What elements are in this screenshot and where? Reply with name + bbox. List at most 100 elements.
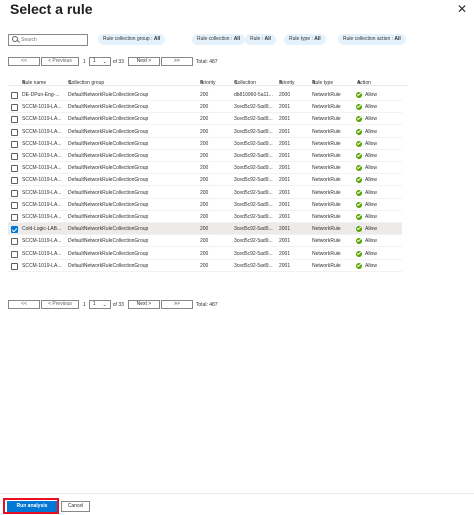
previous-page-button[interactable]: < Previous xyxy=(41,300,79,309)
first-page-button[interactable]: << xyxy=(8,300,40,309)
filter-rule-type[interactable]: Rule type : All xyxy=(284,34,326,45)
cell-name: SCCM-1019-LA... xyxy=(22,128,62,135)
table-row[interactable]: SCCM-1019-LA... DefaultNetworkRuleCollect… xyxy=(8,235,402,248)
table-row[interactable]: SCCM-1019-LA... DefaultNetworkRuleCollect… xyxy=(8,101,402,114)
cell-action: Allow xyxy=(365,165,377,172)
table-row[interactable]: SCCM-1019-LA... DefaultNetworkRuleCollect… xyxy=(8,199,402,211)
table-row[interactable]: SCCM-1019-LA... DefaultNetworkRuleCollect… xyxy=(8,138,402,150)
cell-collection: 3ced5c92-5ad9... xyxy=(234,238,273,245)
table-row[interactable]: SCCM-1019-LA... DefaultNetworkRuleCollect… xyxy=(8,260,402,272)
row-checkbox[interactable] xyxy=(11,226,18,234)
checkmark-circle-icon xyxy=(356,165,362,172)
search-icon xyxy=(11,35,21,45)
cell-type: NetworkRule xyxy=(312,128,341,135)
pager-bottom: << < Previous 1 1 ⌄ of 33 Next > >> Total… xyxy=(8,300,218,309)
cell-group: DefaultNetworkRuleCollectionGroup xyxy=(68,262,149,269)
cell-type: NetworkRule xyxy=(312,153,341,159)
cell-action: Allow xyxy=(365,153,377,159)
cell-collection: 3ced5c92-5ad9... xyxy=(234,140,273,147)
filter-label: Rule : xyxy=(250,36,265,42)
cell-priority2: 2001 xyxy=(279,189,291,196)
row-checkbox[interactable] xyxy=(11,189,18,197)
cell-priority: 200 xyxy=(200,92,209,98)
cell-collection: 3ced5c92-5ad9... xyxy=(234,128,273,135)
col-label: Collection group xyxy=(68,80,105,86)
run-analysis-button[interactable]: Run analysis xyxy=(7,501,57,512)
checkmark-circle-icon xyxy=(356,128,362,135)
chevron-down-icon: ⌄ xyxy=(102,59,107,65)
cell-type: NetworkRule xyxy=(312,177,341,184)
table-row[interactable]: Cold-Logic-LAB... DefaultNetworkRuleColle… xyxy=(8,223,402,236)
close-icon[interactable]: ✕ xyxy=(457,3,469,15)
table-row[interactable]: SCCM-1019-LA... DefaultNetworkRuleCollect… xyxy=(8,187,402,199)
cell-type: NetworkRule xyxy=(312,140,341,147)
cell-priority2: 2001 xyxy=(279,226,291,233)
cell-group: DefaultNetworkRuleCollectionGroup xyxy=(68,214,149,220)
cell-type: NetworkRule xyxy=(312,189,341,196)
row-checkbox[interactable] xyxy=(11,153,18,160)
table-header: Rule name ⇅ Collection group ⇅ Priority … xyxy=(8,74,408,86)
table-row[interactable]: SCCM-1019-LA... DefaultNetworkRuleCollect… xyxy=(8,126,402,138)
next-page-button[interactable]: Next > xyxy=(127,57,160,66)
pager-top: << < Previous 1 1 ⌄ of 33 Next > >> Total… xyxy=(8,57,218,66)
row-checkbox[interactable] xyxy=(11,116,18,124)
row-checkbox[interactable] xyxy=(11,177,18,185)
page-count-label: of 33 xyxy=(112,58,124,65)
cell-collection: 3ced5c92-5ad9... xyxy=(234,201,273,208)
page-count-label: of 33 xyxy=(112,301,124,308)
filter-label: Rule collection action : xyxy=(343,36,395,42)
row-checkbox[interactable] xyxy=(11,140,18,148)
cell-name: SCCM-1019-LA... xyxy=(22,153,62,159)
row-checkbox[interactable] xyxy=(11,262,18,270)
cell-group: DefaultNetworkRuleCollectionGroup xyxy=(68,104,149,111)
last-page-button[interactable]: >> xyxy=(160,57,193,66)
cell-action: Allow xyxy=(365,201,377,208)
row-checkbox[interactable] xyxy=(11,201,18,209)
row-checkbox[interactable] xyxy=(11,165,18,173)
row-checkbox[interactable] xyxy=(11,104,18,112)
cell-name: Cold-Logic-LAB... xyxy=(22,226,62,233)
page-select[interactable]: 1 ⌄ xyxy=(88,57,111,66)
cell-name: SCCM-1019-LA... xyxy=(22,201,62,208)
filter-rule-collection-action[interactable]: Rule collection action : All xyxy=(338,34,406,45)
table-row[interactable]: SCCM-1019-LA... DefaultNetworkRuleCollect… xyxy=(8,162,402,175)
cell-action: Allow xyxy=(365,116,377,123)
cell-priority2: 2001 xyxy=(279,214,291,220)
cell-name: SCCM-1019-LA... xyxy=(22,189,62,196)
cell-collection: 3ced5c92-5ad9... xyxy=(234,116,273,123)
cell-name: SCCM-1019-LA... xyxy=(22,140,62,147)
filter-rule-collection[interactable]: Rule collection : All xyxy=(192,34,246,45)
cancel-button[interactable]: Cancel xyxy=(61,501,90,512)
checkmark-circle-icon xyxy=(356,201,362,208)
table-row[interactable]: SCCM-1019-LA... DefaultNetworkRuleCollect… xyxy=(8,174,402,187)
table-row[interactable]: DE-DPun-Eng-... DefaultNetworkRuleCollect… xyxy=(8,89,402,101)
row-checkbox[interactable] xyxy=(11,214,18,221)
cell-action: Allow xyxy=(365,104,377,111)
cell-name: SCCM-1019-LA... xyxy=(22,177,62,184)
cell-priority: 200 xyxy=(200,140,209,147)
cell-priority: 200 xyxy=(200,128,209,135)
previous-page-button[interactable]: < Previous xyxy=(41,57,79,66)
row-checkbox[interactable] xyxy=(11,238,18,246)
cell-type: NetworkRule xyxy=(312,104,341,111)
table-row[interactable]: SCCM-1019-LA... DefaultNetworkRuleCollect… xyxy=(8,113,402,126)
filter-rule-collection-group[interactable]: Rule collection group : All xyxy=(98,34,166,45)
table-row[interactable]: SCCM-1019-LA... DefaultNetworkRuleCollect… xyxy=(8,248,402,260)
total-count: Total: 487 xyxy=(195,58,218,65)
table-row[interactable]: SCCM-1019-LA... DefaultNetworkRuleCollect… xyxy=(8,150,402,162)
cell-name: SCCM-1019-LA... xyxy=(22,104,62,111)
row-checkbox[interactable] xyxy=(11,250,18,258)
row-checkbox[interactable] xyxy=(11,128,18,136)
last-page-button[interactable]: >> xyxy=(160,300,193,309)
search-box[interactable] xyxy=(8,34,88,46)
table-row[interactable]: SCCM-1019-LA... DefaultNetworkRuleCollect… xyxy=(8,211,402,223)
search-input[interactable] xyxy=(21,37,81,43)
row-checkbox[interactable] xyxy=(11,92,18,99)
cell-priority: 200 xyxy=(200,104,209,111)
cell-group: DefaultNetworkRuleCollectionGroup xyxy=(68,201,149,208)
first-page-button[interactable]: << xyxy=(8,57,40,66)
next-page-button[interactable]: Next > xyxy=(127,300,160,309)
page-select[interactable]: 1 ⌄ xyxy=(88,300,111,309)
cell-group: DefaultNetworkRuleCollectionGroup xyxy=(68,128,149,135)
filter-rule[interactable]: Rule : All xyxy=(245,34,276,45)
